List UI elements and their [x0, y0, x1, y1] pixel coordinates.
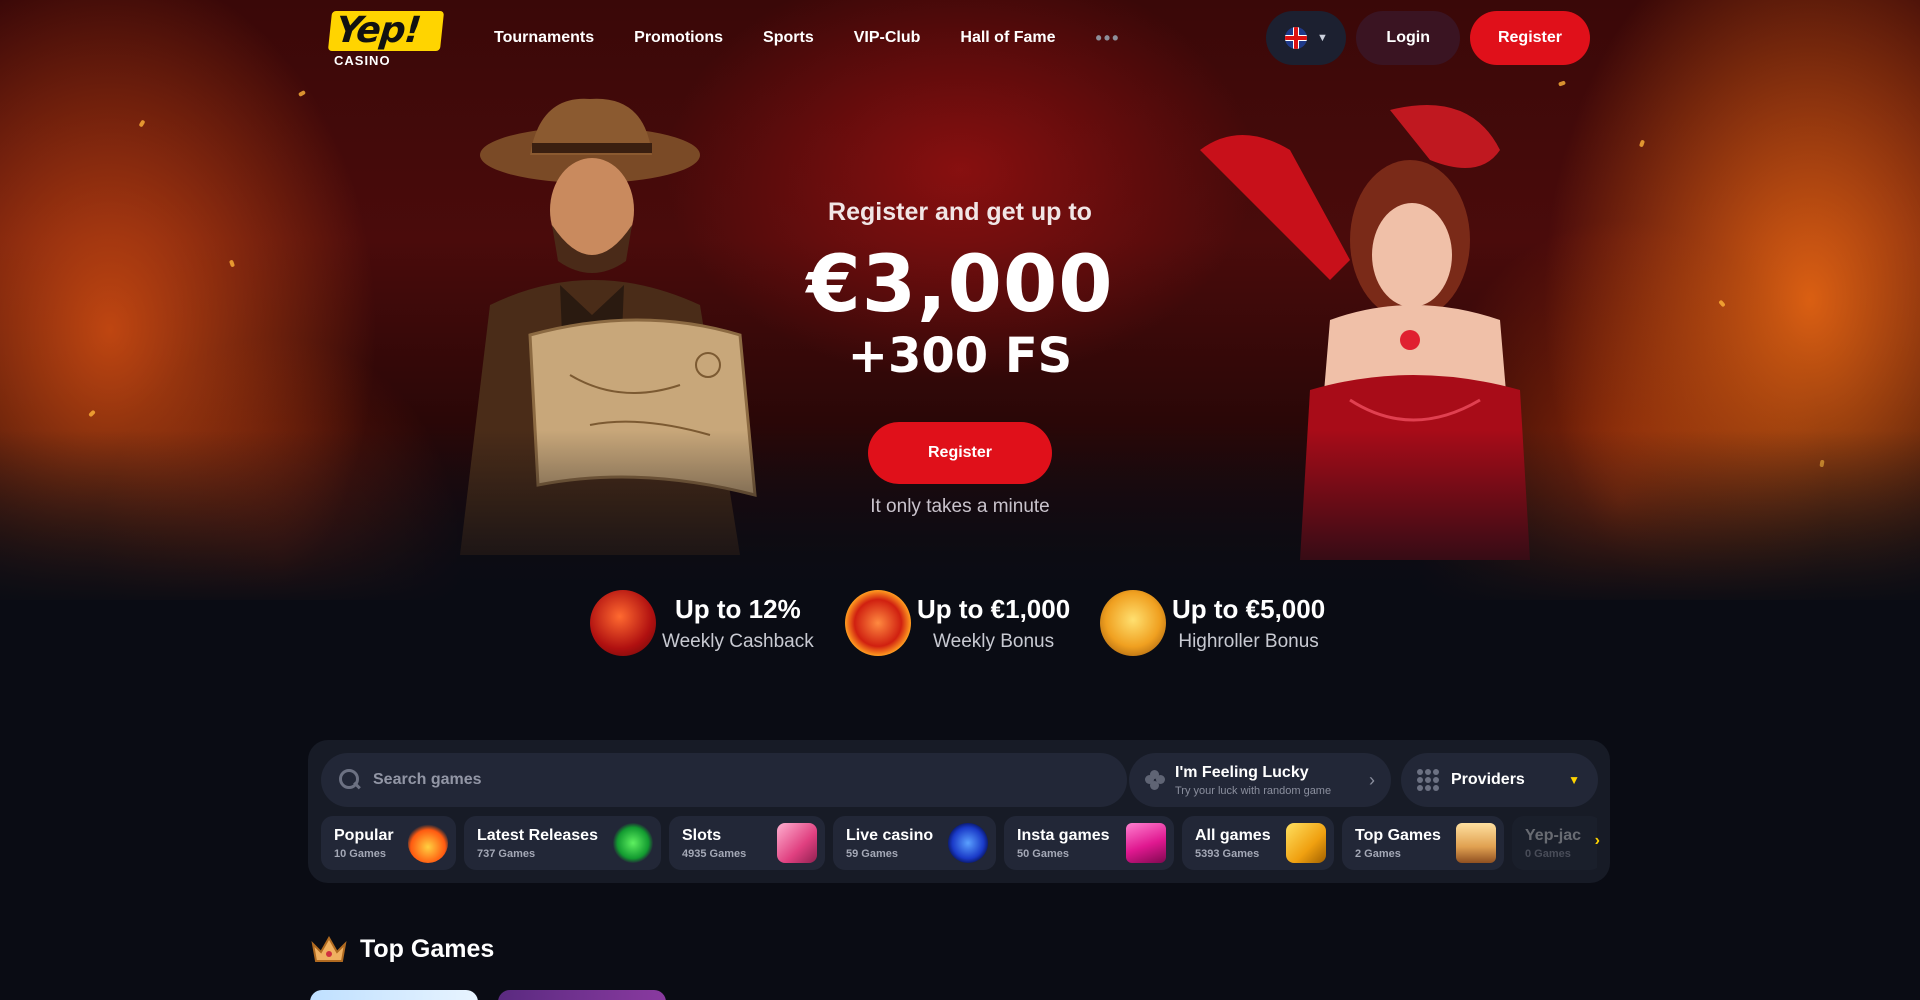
game-thumbnail[interactable]: [498, 990, 666, 1000]
nav-vip-club[interactable]: VIP-Club: [854, 29, 921, 47]
category-name: Insta games: [1017, 826, 1110, 844]
nav-hall-of-fame[interactable]: Hall of Fame: [960, 29, 1055, 47]
category-name: Top Games: [1355, 826, 1441, 844]
bonus-highroller[interactable]: Up to €5,000 Highroller Bonus: [1100, 590, 1325, 656]
money-bag-icon: [1100, 590, 1166, 656]
clover-icon: [613, 823, 653, 863]
scroll-right-icon[interactable]: ›: [1595, 832, 1600, 850]
more-menu-icon[interactable]: •••: [1096, 28, 1121, 49]
chevron-right-icon: ›: [1369, 769, 1375, 790]
category-slots[interactable]: Slots 4935 Games: [669, 816, 825, 870]
nav-tournaments[interactable]: Tournaments: [494, 29, 594, 47]
nav-promotions[interactable]: Promotions: [634, 29, 723, 47]
yep-casino-logo[interactable]: Yep! CASINO: [327, 9, 445, 68]
category-count: 10 Games: [334, 847, 386, 860]
crown-icon: [1456, 823, 1496, 863]
top-games-title: Top Games: [360, 934, 495, 963]
bonus-weekly[interactable]: Up to €1,000 Weekly Bonus: [845, 590, 1070, 656]
providers-label: Providers: [1451, 771, 1525, 788]
bonus-title: Up to 12%: [675, 593, 801, 624]
bonus-title: Up to €5,000: [1172, 593, 1326, 624]
category-count: 59 Games: [846, 847, 898, 860]
hero-amount: €3,000: [806, 240, 1114, 330]
providers-grid-icon: [1417, 769, 1439, 791]
login-button[interactable]: Login: [1356, 11, 1460, 65]
hero-note: It only takes a minute: [870, 496, 1050, 517]
category-all-games[interactable]: All games 5393 Games: [1182, 816, 1334, 870]
category-name: Popular: [334, 826, 394, 844]
header-register-button[interactable]: Register: [1469, 11, 1590, 65]
feeling-lucky-button[interactable]: I'm Feeling Lucky Try your luck with ran…: [1129, 753, 1391, 807]
game-thumbnail[interactable]: [310, 990, 478, 1000]
category-latest-releases[interactable]: Latest Releases 737 Games: [464, 816, 661, 870]
fire-icon: [408, 823, 448, 863]
bonus-cashback[interactable]: Up to 12% Weekly Cashback: [590, 590, 814, 656]
providers-dropdown[interactable]: Providers ▼: [1401, 753, 1598, 807]
feeling-lucky-subtitle: Try your luck with random game: [1175, 784, 1332, 797]
category-name: Yep-jac: [1525, 826, 1582, 844]
category-top-games[interactable]: Top Games 2 Games: [1342, 816, 1504, 870]
crown-icon: [311, 935, 347, 962]
clover-icon: [1145, 770, 1165, 790]
category-count: 50 Games: [1017, 847, 1069, 860]
category-insta-games[interactable]: Insta games 50 Games: [1004, 816, 1174, 870]
calendar-bonus-icon: [845, 590, 911, 656]
chevron-down-icon: ▼: [1316, 32, 1328, 44]
search-input[interactable]: [373, 771, 1073, 789]
category-tabs: Popular 10 Games Latest Releases 737 Gam…: [321, 816, 1597, 870]
hero-free-spins: +300 FS: [847, 328, 1073, 384]
top-games-header: Top Games: [310, 934, 494, 964]
category-live-casino[interactable]: Live casino 59 Games: [833, 816, 996, 870]
bonus-subtitle: Weekly Bonus: [933, 630, 1055, 652]
bonus-subtitle: Weekly Cashback: [662, 630, 814, 652]
poker-chip-icon: [948, 823, 988, 863]
chevron-down-icon: ▼: [1568, 773, 1580, 787]
dice-icon: [1286, 823, 1326, 863]
search-icon: [339, 769, 361, 791]
nav-sports[interactable]: Sports: [763, 29, 814, 47]
lightning-icon: [1126, 823, 1166, 863]
category-yep-jackpot[interactable]: Yep-jac 0 Games: [1512, 816, 1597, 870]
slot-machine-icon: [777, 823, 817, 863]
category-name: Latest Releases: [477, 826, 598, 844]
category-count: 2 Games: [1355, 847, 1401, 860]
bonus-subtitle: Highroller Bonus: [1178, 630, 1319, 652]
logo-subtitle: CASINO: [334, 53, 391, 68]
category-name: Live casino: [846, 826, 934, 844]
cashback-icon: [590, 590, 656, 656]
hero-register-button[interactable]: Register: [868, 422, 1052, 484]
search-bar[interactable]: [321, 753, 1127, 807]
language-selector[interactable]: ▼: [1266, 11, 1347, 65]
site-header: Yep! CASINO Tournaments Promotions Sport…: [327, 8, 1590, 68]
category-name: Slots: [682, 826, 722, 844]
category-count: 4935 Games: [682, 847, 747, 860]
category-popular[interactable]: Popular 10 Games: [321, 816, 456, 870]
feeling-lucky-title: I'm Feeling Lucky: [1175, 763, 1309, 781]
games-panel: I'm Feeling Lucky Try your luck with ran…: [308, 740, 1610, 883]
category-count: 737 Games: [477, 847, 536, 860]
header-actions: ▼ Login Register: [1266, 11, 1590, 65]
hero-subtitle: Register and get up to: [828, 198, 1092, 226]
logo-wordmark: Yep!: [327, 10, 445, 51]
main-nav: Tournaments Promotions Sports VIP-Club H…: [494, 28, 1120, 49]
uk-flag-icon: [1284, 27, 1307, 49]
category-count: 5393 Games: [1195, 847, 1260, 860]
category-name: All games: [1195, 826, 1271, 844]
bonus-title: Up to €1,000: [917, 593, 1071, 624]
category-count: 0 Games: [1525, 847, 1571, 860]
